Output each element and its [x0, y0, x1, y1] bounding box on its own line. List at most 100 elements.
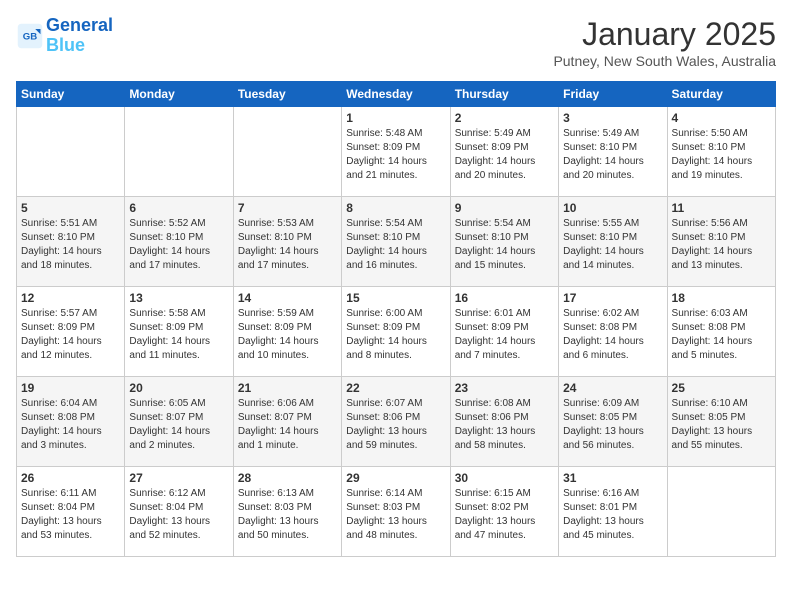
day-number: 27: [129, 471, 228, 485]
calendar-cell: 10 Sunrise: 5:55 AM Sunset: 8:10 PM Dayli…: [559, 197, 667, 287]
title-block: January 2025 Putney, New South Wales, Au…: [553, 16, 776, 69]
calendar-cell: 20Sunrise: 6:05 AM Sunset: 8:07 PM Dayli…: [125, 377, 233, 467]
calendar-cell: [125, 107, 233, 197]
day-header-tuesday: Tuesday: [233, 82, 341, 107]
day-header-friday: Friday: [559, 82, 667, 107]
day-number: 25: [672, 381, 771, 395]
calendar-cell: 23Sunrise: 6:08 AM Sunset: 8:06 PM Dayli…: [450, 377, 558, 467]
calendar-table: SundayMondayTuesdayWednesdayThursdayFrid…: [16, 81, 776, 557]
logo-line2: Blue: [46, 35, 85, 55]
calendar-cell: 28 Sunrise: 6:13 AM Sunset: 8:03 PM Dayli…: [233, 467, 341, 557]
day-number: 26: [21, 471, 120, 485]
calendar-cell: 26 Sunrise: 6:11 AM Sunset: 8:04 PM Dayli…: [17, 467, 125, 557]
svg-text:GB: GB: [23, 31, 37, 42]
day-number: 28: [238, 471, 337, 485]
calendar-cell: 30Sunrise: 6:15 AM Sunset: 8:02 PM Dayli…: [450, 467, 558, 557]
calendar-cell: 3Sunrise: 5:49 AM Sunset: 8:10 PM Daylig…: [559, 107, 667, 197]
day-number: 12: [21, 291, 120, 305]
calendar-cell: 27Sunrise: 6:12 AM Sunset: 8:04 PM Dayli…: [125, 467, 233, 557]
day-content: Sunrise: 5:54 AM Sunset: 8:10 PM Dayligh…: [455, 217, 554, 273]
calendar-cell: 31 Sunrise: 6:16 AM Sunset: 8:01 PM Dayli…: [559, 467, 667, 557]
calendar-cell: [667, 467, 775, 557]
day-number: 15: [346, 291, 445, 305]
day-content: Sunrise: 5:50 AM Sunset: 8:10 PM Dayligh…: [672, 127, 771, 183]
logo-text: General Blue: [46, 16, 113, 56]
calendar-cell: 2 Sunrise: 5:49 AM Sunset: 8:09 PM Daylig…: [450, 107, 558, 197]
day-content: Sunrise: 5:51 AM Sunset: 8:10 PM Dayligh…: [21, 217, 120, 273]
day-content: Sunrise: 5:49 AM Sunset: 8:09 PM Dayligh…: [455, 127, 554, 183]
calendar-cell: 8Sunrise: 5:54 AM Sunset: 8:10 PM Daylig…: [342, 197, 450, 287]
week-row-3: 12 Sunrise: 5:57 AM Sunset: 8:09 PM Dayli…: [17, 287, 776, 377]
calendar-cell: 11 Sunrise: 5:56 AM Sunset: 8:10 PM Dayli…: [667, 197, 775, 287]
day-number: 9: [455, 201, 554, 215]
day-content: Sunrise: 6:09 AM Sunset: 8:05 PM Dayligh…: [563, 397, 662, 453]
day-number: 30: [455, 471, 554, 485]
calendar-cell: 7Sunrise: 5:53 AM Sunset: 8:10 PM Daylig…: [233, 197, 341, 287]
calendar-cell: 29 Sunrise: 6:14 AM Sunset: 8:03 PM Dayli…: [342, 467, 450, 557]
day-number: 2: [455, 111, 554, 125]
calendar-cell: 5Sunrise: 5:51 AM Sunset: 8:10 PM Daylig…: [17, 197, 125, 287]
day-content: Sunrise: 5:54 AM Sunset: 8:10 PM Dayligh…: [346, 217, 445, 273]
week-row-4: 19 Sunrise: 6:04 AM Sunset: 8:08 PM Dayli…: [17, 377, 776, 467]
day-content: Sunrise: 6:14 AM Sunset: 8:03 PM Dayligh…: [346, 487, 445, 543]
day-number: 21: [238, 381, 337, 395]
day-number: 31: [563, 471, 662, 485]
calendar-cell: 19 Sunrise: 6:04 AM Sunset: 8:08 PM Dayli…: [17, 377, 125, 467]
day-header-thursday: Thursday: [450, 82, 558, 107]
day-content: Sunrise: 5:55 AM Sunset: 8:10 PM Dayligh…: [563, 217, 662, 273]
day-number: 1: [346, 111, 445, 125]
day-number: 19: [21, 381, 120, 395]
logo-icon: GB: [16, 22, 44, 50]
day-header-sunday: Sunday: [17, 82, 125, 107]
page-header: GB General Blue January 2025 Putney, New…: [16, 16, 776, 69]
logo: GB General Blue: [16, 16, 113, 56]
calendar-cell: 16 Sunrise: 6:01 AM Sunset: 8:09 PM Dayli…: [450, 287, 558, 377]
day-number: 13: [129, 291, 228, 305]
day-content: Sunrise: 6:13 AM Sunset: 8:03 PM Dayligh…: [238, 487, 337, 543]
day-content: Sunrise: 6:06 AM Sunset: 8:07 PM Dayligh…: [238, 397, 337, 453]
day-number: 14: [238, 291, 337, 305]
calendar-cell: 25 Sunrise: 6:10 AM Sunset: 8:05 PM Dayli…: [667, 377, 775, 467]
calendar-cell: [233, 107, 341, 197]
calendar-cell: 21 Sunrise: 6:06 AM Sunset: 8:07 PM Dayli…: [233, 377, 341, 467]
day-content: Sunrise: 6:05 AM Sunset: 8:07 PM Dayligh…: [129, 397, 228, 453]
calendar-cell: 18 Sunrise: 6:03 AM Sunset: 8:08 PM Dayli…: [667, 287, 775, 377]
calendar-cell: 1Sunrise: 5:48 AM Sunset: 8:09 PM Daylig…: [342, 107, 450, 197]
day-number: 16: [455, 291, 554, 305]
day-content: Sunrise: 6:00 AM Sunset: 8:09 PM Dayligh…: [346, 307, 445, 363]
day-content: Sunrise: 6:07 AM Sunset: 8:06 PM Dayligh…: [346, 397, 445, 453]
day-content: Sunrise: 5:56 AM Sunset: 8:10 PM Dayligh…: [672, 217, 771, 273]
day-number: 4: [672, 111, 771, 125]
day-content: Sunrise: 5:57 AM Sunset: 8:09 PM Dayligh…: [21, 307, 120, 363]
day-content: Sunrise: 6:03 AM Sunset: 8:08 PM Dayligh…: [672, 307, 771, 363]
day-number: 24: [563, 381, 662, 395]
day-number: 10: [563, 201, 662, 215]
day-content: Sunrise: 6:10 AM Sunset: 8:05 PM Dayligh…: [672, 397, 771, 453]
calendar-cell: 14 Sunrise: 5:59 AM Sunset: 8:09 PM Dayli…: [233, 287, 341, 377]
week-row-2: 5Sunrise: 5:51 AM Sunset: 8:10 PM Daylig…: [17, 197, 776, 287]
day-content: Sunrise: 6:11 AM Sunset: 8:04 PM Dayligh…: [21, 487, 120, 543]
day-number: 7: [238, 201, 337, 215]
calendar-cell: 4 Sunrise: 5:50 AM Sunset: 8:10 PM Daylig…: [667, 107, 775, 197]
day-content: Sunrise: 6:08 AM Sunset: 8:06 PM Dayligh…: [455, 397, 554, 453]
day-number: 6: [129, 201, 228, 215]
header-row: SundayMondayTuesdayWednesdayThursdayFrid…: [17, 82, 776, 107]
location: Putney, New South Wales, Australia: [553, 53, 776, 69]
week-row-5: 26 Sunrise: 6:11 AM Sunset: 8:04 PM Dayli…: [17, 467, 776, 557]
day-content: Sunrise: 6:01 AM Sunset: 8:09 PM Dayligh…: [455, 307, 554, 363]
day-content: Sunrise: 5:59 AM Sunset: 8:09 PM Dayligh…: [238, 307, 337, 363]
day-number: 11: [672, 201, 771, 215]
logo-line1: General: [46, 15, 113, 35]
day-content: Sunrise: 5:52 AM Sunset: 8:10 PM Dayligh…: [129, 217, 228, 273]
day-number: 18: [672, 291, 771, 305]
day-header-monday: Monday: [125, 82, 233, 107]
week-row-1: 1Sunrise: 5:48 AM Sunset: 8:09 PM Daylig…: [17, 107, 776, 197]
calendar-cell: 9 Sunrise: 5:54 AM Sunset: 8:10 PM Daylig…: [450, 197, 558, 287]
calendar-cell: [17, 107, 125, 197]
month-title: January 2025: [553, 16, 776, 53]
calendar-cell: 22Sunrise: 6:07 AM Sunset: 8:06 PM Dayli…: [342, 377, 450, 467]
day-content: Sunrise: 5:58 AM Sunset: 8:09 PM Dayligh…: [129, 307, 228, 363]
day-number: 29: [346, 471, 445, 485]
day-content: Sunrise: 6:04 AM Sunset: 8:08 PM Dayligh…: [21, 397, 120, 453]
day-content: Sunrise: 6:16 AM Sunset: 8:01 PM Dayligh…: [563, 487, 662, 543]
